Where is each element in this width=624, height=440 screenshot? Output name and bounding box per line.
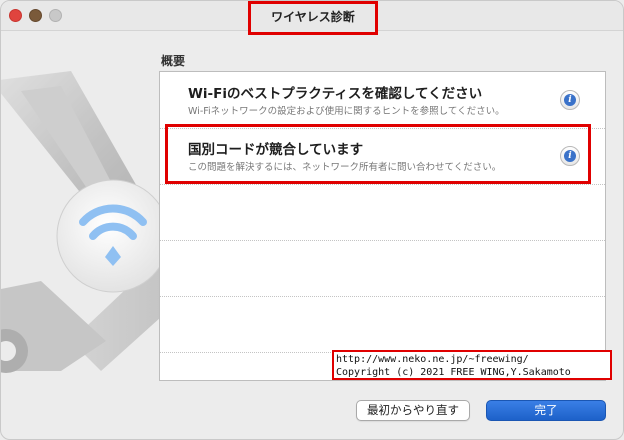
list-item[interactable]: Wi-Fiのベストプラクティスを確認してください Wi-Fiネットワークの設定お… [160, 72, 605, 128]
close-window-button[interactable] [9, 9, 22, 22]
summary-list[interactable]: Wi-Fiのベストプラクティスを確認してください Wi-Fiネットワークの設定お… [159, 71, 606, 381]
minimize-window-button[interactable] [29, 9, 42, 22]
item-title: Wi-Fiのベストプラクティスを確認してください [188, 86, 483, 102]
copyright-overlay: http://www.neko.ne.jp/~freewing/ Copyrig… [332, 350, 612, 380]
item-subtitle: Wi-Fiネットワークの設定および使用に関するヒントを参照してください。 [188, 106, 505, 117]
restart-button[interactable]: 最初からやり直す [356, 400, 470, 421]
list-item[interactable]: 国別コードが競合しています この問題を解決するには、ネットワーク所有者に問い合わ… [160, 128, 605, 184]
item-title: 国別コードが競合しています [188, 142, 364, 158]
info-icon[interactable]: i [560, 90, 580, 110]
credit-url: http://www.neko.ne.jp/~freewing/ [336, 354, 529, 365]
list-divider [160, 296, 605, 297]
window-title: ワイヤレス診断 [248, 1, 378, 35]
item-subtitle: この問題を解決するには、ネットワーク所有者に問い合わせてください。 [188, 162, 502, 173]
list-divider [160, 184, 605, 185]
list-divider [160, 240, 605, 241]
wireless-diagnostics-window: ワイヤレス診断 概要 Wi-Fiのベストプラクティスを確認してください Wi-F… [0, 0, 624, 440]
zoom-window-button[interactable] [49, 9, 62, 22]
title-bar: ワイヤレス診断 [1, 1, 623, 35]
summary-label: 概要 [161, 54, 186, 68]
wifi-disc [56, 179, 170, 293]
info-icon[interactable]: i [560, 146, 580, 166]
credit-copyright: Copyright (c) 2021 FREE WING,Y.Sakamoto [336, 367, 571, 378]
done-button[interactable]: 完了 [486, 400, 606, 421]
